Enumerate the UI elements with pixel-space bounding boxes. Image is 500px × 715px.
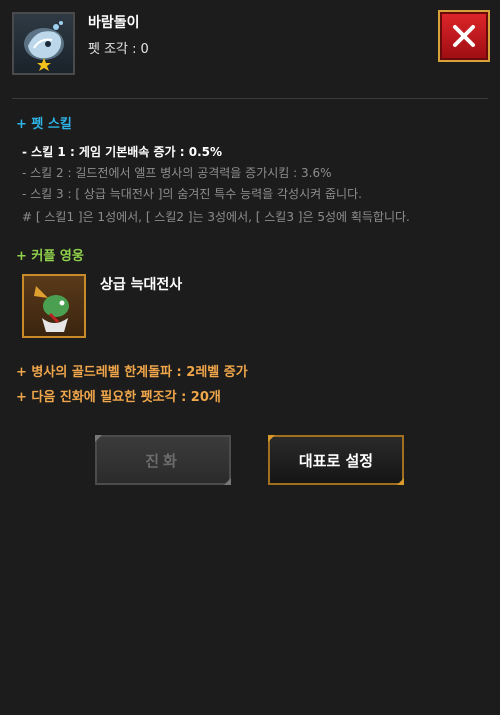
pet-shard-label: 펫 조각 :: [88, 42, 137, 57]
pet-shard-value: 0: [140, 42, 149, 57]
pet-shard-count: 펫 조각 :0: [88, 38, 149, 57]
pet-info-panel: 바람돌이 펫 조각 :0 + 펫 스킬 - 스킬 1 : 게임 기본배속 증가 …: [0, 0, 500, 715]
partner-hero-name: 상급 늑대전사: [100, 277, 183, 293]
evolve-button-label: 진화: [145, 451, 181, 470]
skill-line-2: - 스킬 2 : 길드전에서 엘프 병사의 공격력을 증가시킴 : 3.6%: [22, 166, 332, 180]
partner-hero-portrait-icon: [22, 274, 86, 338]
header-divider: [12, 98, 488, 99]
pet-name: 바람돌이: [88, 15, 140, 31]
skill-line-1: - 스킬 1 : 게임 기본배속 증가 : 0.5%: [22, 145, 223, 159]
close-icon: [453, 25, 475, 47]
skill-line-3: - 스킬 3 : [ 상급 늑대전사 ]의 숨겨진 특수 능력을 각성시켜 줍니…: [22, 187, 362, 201]
evolve-button[interactable]: 진화: [95, 435, 231, 485]
set-representative-button[interactable]: 대표로 설정: [268, 435, 404, 485]
couple-hero-title: + 커플 영웅: [16, 249, 84, 264]
pet-skill-title: + 펫 스킬: [16, 117, 72, 132]
pet-portrait-icon: [12, 12, 75, 75]
close-button[interactable]: [438, 10, 490, 62]
set-representative-button-label: 대표로 설정: [298, 451, 374, 470]
bonus-gold-level: + 병사의 골드레벨 한계돌파 : 2레벨 증가: [16, 365, 248, 380]
bonus-evolve-shards: + 다음 진화에 필요한 펫조각 : 20개: [16, 390, 221, 405]
skill-acquire-note: # [ 스킬1 ]은 1성에서, [ 스킬2 ]는 3성에서, [ 스킬3 ]은…: [22, 210, 410, 224]
